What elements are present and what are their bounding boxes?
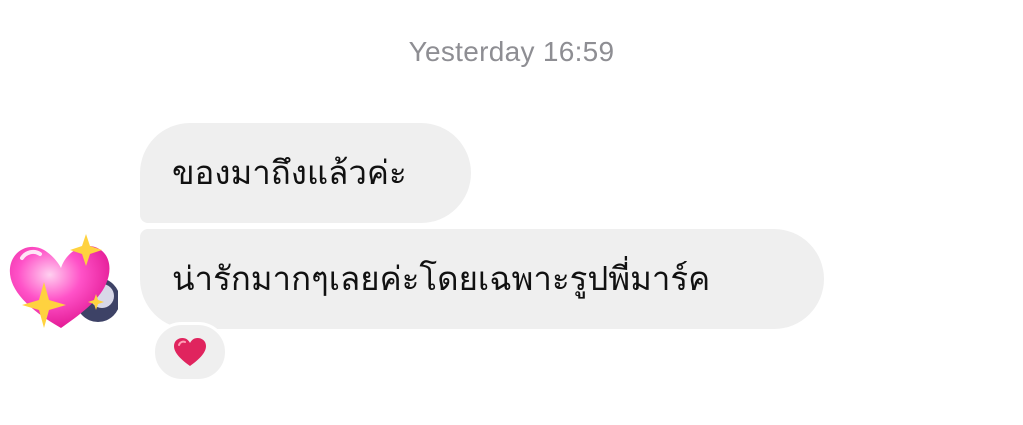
message-reaction[interactable] [152,322,228,382]
red-heart-icon [174,338,206,366]
message-timestamp: Yesterday 16:59 [408,36,615,67]
sender-avatar[interactable] [6,230,120,342]
message-bubble[interactable]: น่ารักมากๆเลยค่ะโดยเฉพาะรูปพี่มาร์ค [140,229,824,329]
message-bubble[interactable]: ของมาถึงแล้วค่ะ [140,123,471,223]
sparkling-heart-avatar-icon [9,234,120,328]
